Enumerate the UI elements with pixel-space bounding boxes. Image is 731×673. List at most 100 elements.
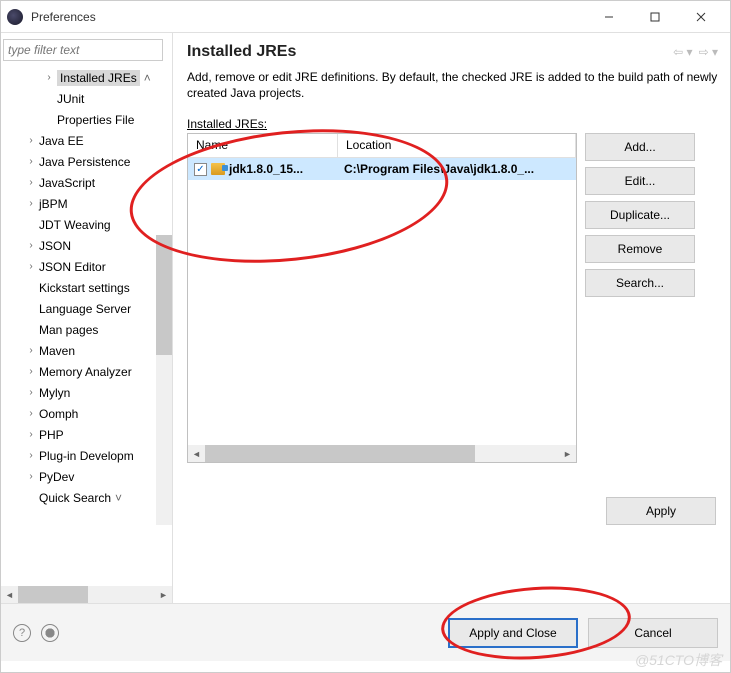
section-label: Installed JREs:: [187, 117, 718, 131]
tree-item[interactable]: ›PHP: [1, 424, 172, 445]
duplicate-button[interactable]: Duplicate...: [585, 201, 695, 229]
tree-item-label: PHP: [39, 428, 64, 442]
scroll-hint-icon: ˅: [115, 491, 122, 505]
tree-item[interactable]: ›Java Persistence: [1, 151, 172, 172]
tree-item[interactable]: ›Memory Analyzer: [1, 361, 172, 382]
tree-item[interactable]: ›Plug-in Developm: [1, 445, 172, 466]
checkbox-icon[interactable]: ✓: [194, 163, 207, 176]
expand-icon[interactable]: ›: [43, 72, 55, 83]
tree-item-label: JSON: [39, 239, 71, 253]
expand-icon[interactable]: ›: [25, 135, 37, 146]
expand-icon[interactable]: ›: [25, 471, 37, 482]
scroll-right-icon[interactable]: ►: [155, 586, 172, 603]
tree-item[interactable]: Man pages: [1, 319, 172, 340]
tree-item-label: Mylyn: [39, 386, 70, 400]
scroll-left-icon[interactable]: ◄: [1, 586, 18, 603]
search-button[interactable]: Search...: [585, 269, 695, 297]
expand-icon[interactable]: ›: [25, 429, 37, 440]
edit-button[interactable]: Edit...: [585, 167, 695, 195]
tree-item-label: Java EE: [39, 134, 84, 148]
main-panel: Installed JREs ⇦ ▾ ⇨ ▾ Add, remove or ed…: [173, 33, 730, 603]
tree-item[interactable]: Kickstart settings: [1, 277, 172, 298]
tree-item[interactable]: ›PyDev: [1, 466, 172, 487]
cancel-button[interactable]: Cancel: [588, 618, 718, 648]
tree-item-label: PyDev: [39, 470, 74, 484]
table-hscroll-thumb[interactable]: [205, 445, 475, 462]
tree-item[interactable]: ›jBPM: [1, 193, 172, 214]
back-icon[interactable]: ⇦ ▾: [673, 45, 692, 59]
import-export-icon[interactable]: [41, 624, 59, 642]
tree-item[interactable]: ›JSON Editor: [1, 256, 172, 277]
sidebar-scrollbar-thumb[interactable]: [156, 235, 172, 355]
scroll-hint-icon: ˄: [144, 71, 151, 85]
page-title: Installed JREs: [187, 43, 673, 61]
window-title: Preferences: [31, 10, 586, 24]
tree-item-label: JavaScript: [39, 176, 95, 190]
nav-arrows: ⇦ ▾ ⇨ ▾: [673, 45, 718, 59]
tree-item-label: Maven: [39, 344, 75, 358]
apply-and-close-button[interactable]: Apply and Close: [448, 618, 578, 648]
expand-icon[interactable]: ›: [25, 450, 37, 461]
tree-item[interactable]: ›Java EE: [1, 130, 172, 151]
tree-item-label: Memory Analyzer: [39, 365, 132, 379]
jre-location: C:\Program Files\Java\jdk1.8.0_...: [338, 160, 576, 178]
tree-item-label: Quick Search: [39, 491, 111, 505]
tree-item-label: jBPM: [39, 197, 68, 211]
add-button[interactable]: Add...: [585, 133, 695, 161]
app-icon: [7, 9, 23, 25]
sidebar-hscroll[interactable]: ◄ ►: [1, 586, 172, 603]
tree-item[interactable]: JUnit: [1, 88, 172, 109]
expand-icon[interactable]: ›: [25, 198, 37, 209]
expand-icon[interactable]: ›: [25, 261, 37, 272]
table-row[interactable]: ✓ jdk1.8.0_15... C:\Program Files\Java\j…: [188, 158, 576, 180]
minimize-button[interactable]: [586, 2, 632, 32]
tree-item-label: Oomph: [39, 407, 78, 421]
expand-icon[interactable]: ›: [25, 408, 37, 419]
tree-item[interactable]: ›Oomph: [1, 403, 172, 424]
tree-item-label: Java Persistence: [39, 155, 130, 169]
tree-item[interactable]: Properties File: [1, 109, 172, 130]
tree-item[interactable]: JDT Weaving: [1, 214, 172, 235]
preference-tree[interactable]: ›Installed JREs˄JUnitProperties File›Jav…: [1, 65, 172, 586]
titlebar: Preferences: [1, 1, 730, 33]
tree-item-label: JDT Weaving: [39, 218, 111, 232]
expand-icon[interactable]: ›: [25, 177, 37, 188]
page-description: Add, remove or edit JRE definitions. By …: [187, 69, 718, 101]
filter-input[interactable]: [3, 39, 163, 61]
tree-item-label: JUnit: [57, 92, 84, 106]
tree-item[interactable]: ›Mylyn: [1, 382, 172, 403]
footer: ? Apply and Close Cancel: [1, 603, 730, 661]
expand-icon[interactable]: ›: [25, 156, 37, 167]
sidebar: ›Installed JREs˄JUnitProperties File›Jav…: [1, 33, 173, 603]
table-scroll-right-icon[interactable]: ►: [559, 445, 576, 462]
tree-item[interactable]: ›JSON: [1, 235, 172, 256]
expand-icon[interactable]: ›: [25, 240, 37, 251]
tree-item-label: Properties File: [57, 113, 134, 127]
close-button[interactable]: [678, 2, 724, 32]
tree-item-label: Plug-in Developm: [39, 449, 134, 463]
tree-item[interactable]: ›Maven: [1, 340, 172, 361]
jre-table: Name Location ✓ jdk1.8.0_15... C:\Progra…: [187, 133, 577, 463]
tree-item[interactable]: Quick Search ˅: [1, 487, 172, 508]
jre-name: jdk1.8.0_15...: [229, 162, 303, 176]
table-scroll-left-icon[interactable]: ◄: [188, 445, 205, 462]
jre-icon: [211, 163, 225, 175]
column-header-name[interactable]: Name: [188, 134, 338, 157]
remove-button[interactable]: Remove: [585, 235, 695, 263]
help-icon[interactable]: ?: [13, 624, 31, 642]
expand-icon[interactable]: ›: [25, 366, 37, 377]
tree-item[interactable]: ›JavaScript: [1, 172, 172, 193]
tree-item[interactable]: Language Server: [1, 298, 172, 319]
table-hscroll[interactable]: ◄ ►: [188, 445, 576, 462]
apply-button[interactable]: Apply: [606, 497, 716, 525]
tree-item-label: Kickstart settings: [39, 281, 130, 295]
forward-icon[interactable]: ⇨ ▾: [699, 45, 718, 59]
sidebar-hscroll-thumb[interactable]: [18, 586, 88, 603]
maximize-button[interactable]: [632, 2, 678, 32]
tree-item-label: JSON Editor: [39, 260, 106, 274]
column-header-location[interactable]: Location: [338, 134, 576, 157]
expand-icon[interactable]: ›: [25, 345, 37, 356]
expand-icon[interactable]: ›: [25, 387, 37, 398]
tree-item-label: Installed JREs: [57, 70, 140, 86]
tree-item[interactable]: ›Installed JREs ˄: [1, 67, 172, 88]
